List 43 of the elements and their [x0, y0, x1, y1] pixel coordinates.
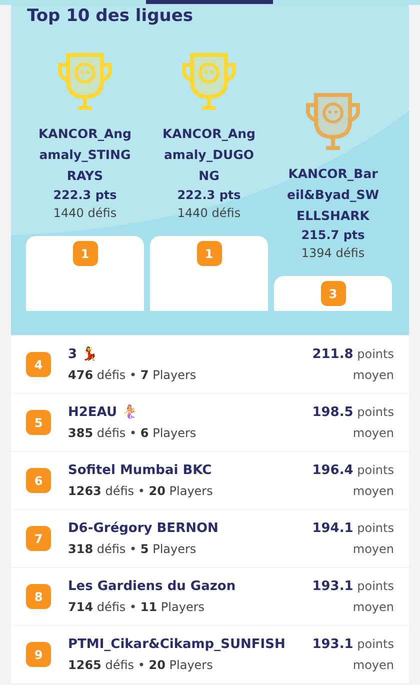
rank-badge: 8 — [26, 584, 51, 609]
team-stats: 1263 défis • 20 Players — [68, 482, 213, 500]
rank-badge: 4 — [26, 352, 51, 377]
team-name: H2EAU 🧜‍♀ — [68, 404, 138, 422]
league-row[interactable]: 9 PTMI_Cikar&Cikamp_SUNFISH 1265 défis • 20 Players 193.1 points moyen — [11, 626, 409, 684]
rank-badge: 3 — [320, 281, 346, 306]
average-points: 198.5 points moyen — [311, 404, 394, 442]
team-stats: 1265 défis • 20 Players — [68, 656, 213, 674]
team-points: 215.7 pts — [301, 227, 365, 244]
rank-badge: 6 — [26, 468, 51, 493]
average-points: 193.1 points moyen — [311, 578, 394, 616]
team-name: KANCOR_Angamaly_STINGRAYS — [38, 125, 132, 185]
team-name: Sofitel Mumbai BKC — [68, 462, 212, 480]
team-name: 3 💃 — [68, 346, 98, 364]
team-points: 222.3 pts — [53, 187, 117, 204]
team-points: 222.3 pts — [177, 187, 241, 204]
team-stats: 385 défis • 6 Players — [68, 424, 196, 442]
team-challenges: 1440 défis — [53, 205, 117, 222]
rank-badge: 7 — [26, 526, 51, 551]
rank-badge: 9 — [26, 642, 51, 667]
average-points: 211.8 points moyen — [311, 346, 394, 384]
league-row[interactable]: 7 D6-Grégory BERNON 318 défis • 5 Players 194.1 points moyen — [11, 510, 409, 568]
team-name: D6-Grégory BERNON — [68, 520, 218, 538]
team-name: PTMI_Cikar&Cikamp_SUNFISH — [68, 636, 286, 654]
rank-badge: 5 — [26, 410, 51, 435]
team-challenges: 1394 défis — [301, 245, 365, 262]
team-stats: 318 défis • 5 Players — [68, 540, 196, 558]
league-row[interactable]: 8 Les Gardiens du Gazon 714 défis • 11 Players 193.1 points moyen — [11, 568, 409, 626]
team-challenges: 1440 défis — [177, 205, 241, 222]
average-points: 193.1 points moyen — [311, 636, 394, 674]
league-row[interactable]: 5 H2EAU 🧜‍♀ 385 défis • 6 Players 198.5 points moyen — [11, 394, 409, 452]
section-title: Top 10 des ligues — [26, 5, 193, 27]
league-row[interactable]: 4 3 💃 476 défis • 7 Players 211.8 points moyen — [11, 336, 409, 394]
league-row[interactable]: 6 Sofitel Mumbai BKC 1263 défis • 20 Players 196.4 points moyen — [11, 452, 409, 510]
average-points: 194.1 points moyen — [311, 520, 394, 558]
team-name: KANCOR_Angamaly_DUGONG — [162, 125, 256, 185]
average-points: 196.4 points moyen — [311, 462, 394, 500]
team-stats: 714 défis • 11 Players — [68, 598, 205, 616]
rank-badge: 1 — [196, 241, 222, 266]
team-name: Les Gardiens du Gazon — [68, 578, 236, 596]
rank-badge: 1 — [72, 241, 98, 266]
team-stats: 476 défis • 7 Players — [68, 366, 196, 384]
team-name: KANCOR_Bareil&Byad_SWELLSHARK — [286, 165, 380, 225]
